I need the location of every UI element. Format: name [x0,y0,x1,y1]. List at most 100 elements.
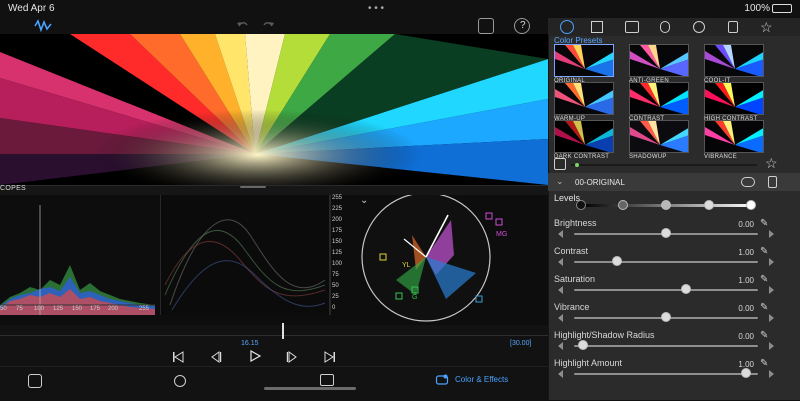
contrast-edit-icon[interactable]: ✎ [760,246,768,257]
vector-label-yl: YL [402,262,411,269]
levels-mid-thumb[interactable] [661,200,671,210]
speed-icon[interactable] [174,375,186,387]
vibrance-value: 0.00 [738,304,754,313]
vibrance-edit-icon[interactable]: ✎ [760,302,768,313]
preset-thumb-original[interactable] [554,44,614,77]
play-icon[interactable] [248,349,262,363]
contrast-decrease-icon[interactable] [558,258,563,266]
vibrance-thumb[interactable] [661,312,671,322]
highlight-amount-track[interactable] [574,373,758,375]
vibrance-increase-icon[interactable] [769,314,774,322]
download-preset-icon[interactable] [554,158,566,170]
badge-icon[interactable] [728,21,738,33]
waveform-tick: 0 [332,305,336,311]
hist-tick: 150 [72,306,83,312]
status-more-dots: • • • [368,3,385,14]
snapshot-icon[interactable] [478,18,494,34]
highlight-amount-decrease-icon[interactable] [558,370,563,378]
vibrance-decrease-icon[interactable] [558,314,563,322]
step-forward-icon[interactable] [286,350,298,363]
redo-icon[interactable] [260,18,276,34]
hs-radius-track[interactable] [574,345,758,347]
battery-percent: 100% [744,3,770,14]
preset-thumb-vibrance[interactable] [704,120,764,153]
preset-thumb-high-contrast[interactable] [704,82,764,115]
preset-label: VIBRANCE [704,154,738,160]
vectorscope-collapse-chevron-icon[interactable]: ⌄ [360,195,368,206]
levels-gamma-thumb[interactable] [618,200,628,210]
skip-forward-icon[interactable] [324,350,336,363]
hist-tick: 100 [34,306,45,312]
saturation-track[interactable] [574,289,758,291]
contrast-track[interactable] [574,261,758,263]
saturation-value: 1.00 [738,276,754,285]
scopes-title: COPES [0,185,27,192]
highlight-amount-edit-icon[interactable]: ✎ [760,358,768,369]
waveform-tick: 255 [332,195,343,201]
hs-radius-decrease-icon[interactable] [558,342,563,350]
timeline: 16.15 [30.00] [0,323,548,366]
visibility-eye-icon[interactable] [741,177,755,187]
preset-thumb-warm-up[interactable] [554,82,614,115]
hist-tick: 175 [90,306,101,312]
preset-thumb-anti-green[interactable] [629,44,689,77]
video-viewer[interactable] [0,34,548,185]
preset-header-chevron-icon[interactable]: ⌄ [556,176,564,187]
brightness-thumb[interactable] [661,228,671,238]
levels-high-thumb[interactable] [704,200,714,210]
hist-tick: 200 [108,306,119,312]
highlight-amount-label: Highlight Amount [554,358,623,368]
favorites-star-icon[interactable]: ☆ [760,19,773,36]
droplet-icon[interactable] [660,21,670,33]
add-favorite-star-icon[interactable]: ☆ [765,155,778,172]
waveform-tick: 100 [332,261,343,267]
color-effects-label[interactable]: Color & Effects [455,375,508,384]
vector-label-mg: MG [496,231,507,238]
waveform-tick: 25 [332,294,339,300]
skip-back-icon[interactable] [172,350,184,363]
contrast-label: Contrast [554,246,589,256]
levels-white-thumb[interactable] [746,200,756,210]
help-icon[interactable]: ? [514,18,530,34]
delete-trash-icon[interactable] [768,176,777,188]
step-back-icon[interactable] [210,350,222,363]
hs-radius-thumb[interactable] [578,340,588,350]
preset-thumb-cool-it[interactable] [704,44,764,77]
scopes-drag-handle[interactable] [240,186,266,188]
saturation-decrease-icon[interactable] [558,286,563,294]
waveform-icon[interactable] [34,18,52,34]
levels-black-thumb[interactable] [576,200,586,210]
hist-tick: 75 [16,306,23,312]
preset-thumb-dark-contrast[interactable] [554,120,614,153]
saturation-edit-icon[interactable]: ✎ [760,274,768,285]
brightness-decrease-icon[interactable] [558,230,563,238]
hist-tick: 50 [0,306,7,312]
brightness-increase-icon[interactable] [769,230,774,238]
hs-radius-edit-icon[interactable]: ✎ [760,330,768,341]
vectorscope: ⌄ MG YL G [356,192,546,325]
saturation-increase-icon[interactable] [769,286,774,294]
layout-icon[interactable] [625,21,639,33]
waveform-scope: ⌄ 255 225 200 175 150 125 100 75 50 25 0 [160,195,350,315]
highlight-amount-thumb[interactable] [741,368,751,378]
preset-label: COOL-IT [704,78,731,84]
fit-screen-icon[interactable] [28,374,42,388]
crop-icon[interactable] [320,374,334,386]
undo-icon[interactable] [235,18,251,34]
adjustments: Brightness 0.00 ✎ Contrast 1.00 ✎ Satura… [548,214,800,400]
highlight-amount-increase-icon[interactable] [769,370,774,378]
color-effects-icon[interactable] [435,373,449,387]
3d-cube-icon[interactable] [591,21,603,33]
playhead[interactable] [282,323,284,339]
contrast-thumb[interactable] [612,256,622,266]
preset-thumb-contrast[interactable] [629,82,689,115]
bottom-bar: Color & Effects [0,366,548,401]
saturation-thumb[interactable] [681,284,691,294]
spiral-icon[interactable] [693,21,705,33]
color-tab-icon[interactable] [560,20,574,34]
contrast-increase-icon[interactable] [769,258,774,266]
preset-thumb-shadowup[interactable] [629,120,689,153]
hs-radius-increase-icon[interactable] [769,342,774,350]
brightness-edit-icon[interactable]: ✎ [760,218,768,229]
preset-label: WARM-UP [554,116,586,122]
